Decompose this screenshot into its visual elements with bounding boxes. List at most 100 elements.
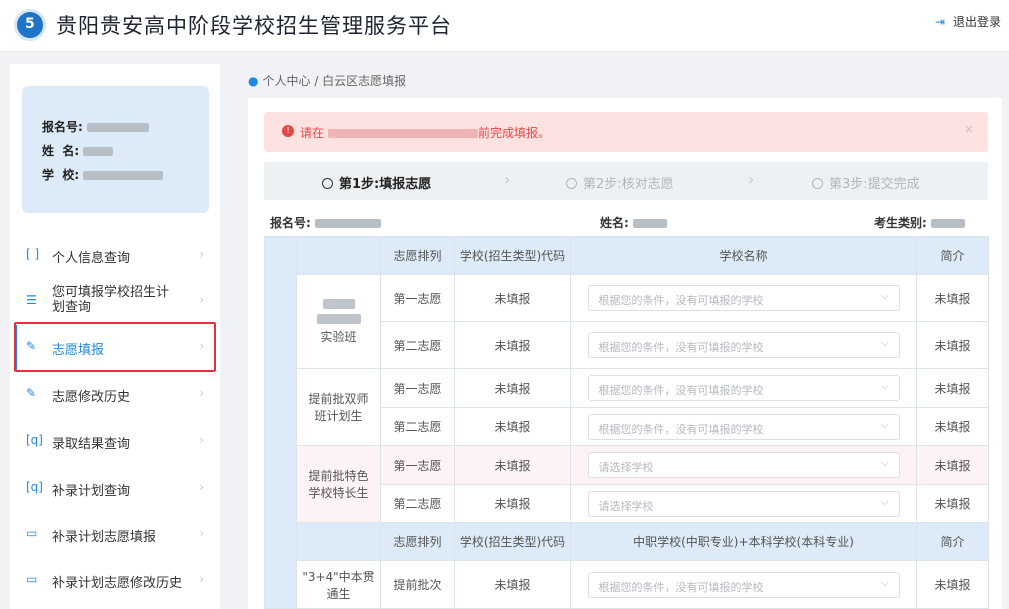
group-name: 实验班 — [320, 330, 357, 344]
edit-pen-icon: ✎ — [26, 386, 37, 400]
alert-suffix: 前完成填报。 — [478, 126, 551, 140]
table-side-band — [264, 236, 297, 609]
school-select-cell: 根据您的条件，没有可填报的学校 ⌵ — [570, 368, 917, 408]
school-select-cell: 请选择学校 ⌵ — [570, 445, 917, 485]
table-row: "3+4"中本贯通生 提前批次 未填报 根据您的条件，没有可填报的学校 ⌵ 未填报 — [265, 560, 989, 609]
school-select-cell: 根据您的条件，没有可填报的学校 ⌵ — [570, 274, 917, 322]
group-name-cell: 实验班 — [296, 274, 381, 369]
select-placeholder: 请选择学校 — [598, 499, 654, 513]
code-cell: 未填报 — [454, 560, 571, 609]
chevron-right-icon: › — [504, 170, 511, 189]
redacted-value — [83, 147, 114, 156]
redacted-value — [322, 299, 355, 309]
chevron-down-icon: ⌵ — [880, 419, 889, 431]
chevron-right-icon: › — [748, 170, 755, 189]
code-cell: 未填报 — [454, 407, 571, 446]
table-header-blank — [296, 522, 381, 561]
platform-logo: 5 — [14, 9, 46, 41]
user-school-label: 学 校: — [42, 168, 80, 182]
table-header-row-2: 志愿排列 学校(招生类型)代码 中职学校(中职专业)+本科学校(本科专业) 简介 — [265, 522, 989, 561]
user-reg-label: 报名号: — [42, 120, 83, 134]
group-name-cell: 提前批双师班计划生 — [296, 368, 381, 446]
breadcrumb-home[interactable]: 个人中心 — [262, 74, 310, 88]
chevron-right-icon: › — [199, 247, 204, 261]
top-header: 5 贵阳贵安高中阶段学校招生管理服务平台 ⇥ 退出登录 — [0, 0, 1009, 52]
sidebar-item-label: 补录计划志愿修改历史 — [52, 576, 183, 591]
table-row: 提前批双师班计划生 第一志愿 未填报 根据您的条件，没有可填报的学校 ⌵ 未填报 — [265, 368, 989, 446]
alert-text: 请在 前完成填报。 — [300, 124, 550, 141]
select-placeholder: 根据您的条件，没有可填报的学校 — [598, 580, 764, 594]
col-header-code: 学校(招生类型)代码 — [454, 236, 571, 275]
info-cat-label: 考生类别: — [874, 216, 927, 230]
user-name-label: 姓 名: — [42, 144, 80, 158]
person-icon: ● — [248, 74, 259, 88]
school-select[interactable]: 根据您的条件，没有可填报的学校 ⌵ — [587, 332, 900, 358]
redacted-value — [83, 171, 164, 180]
school-select-cell: 根据您的条件，没有可填报的学校 ⌵ — [570, 407, 917, 446]
breadcrumb-current: 白云区志愿填报 — [322, 74, 407, 88]
school-select[interactable]: 根据您的条件，没有可填报的学校 ⌵ — [587, 375, 900, 401]
logout-button[interactable]: ⇥ 退出登录 — [935, 13, 1001, 30]
chevron-right-icon: › — [199, 526, 204, 540]
rank-cell: 第二志愿 — [380, 484, 455, 523]
sidebar-item-supplement-history[interactable]: ▭ 补录计划志愿修改历史 › — [14, 558, 216, 604]
redacted-value — [328, 129, 479, 138]
school-select[interactable]: 请选择学校 ⌵ — [587, 490, 900, 517]
group-name-cell: "3+4"中本贯通生 — [296, 560, 381, 609]
school-select-cell: 根据您的条件，没有可填报的学校 ⌵ — [570, 560, 917, 609]
sidebar-item-edit-history[interactable]: ✎ 志愿修改历史 › — [14, 372, 216, 418]
chevron-down-icon: ⌵ — [880, 381, 889, 392]
redacted-value — [632, 219, 667, 228]
step-circle-icon — [322, 178, 333, 189]
step-3: 第3步:提交完成 — [812, 173, 920, 192]
rank-cell: 第一志愿 — [380, 445, 455, 485]
redacted-value — [314, 219, 381, 228]
intro-cell: 未填报 — [916, 484, 989, 523]
sidebar-item-admission-result[interactable]: [q] 录取结果查询 › — [14, 419, 216, 465]
col-header-school: 学校名称 — [570, 236, 917, 275]
logout-icon: ⇥ — [934, 15, 945, 29]
sidebar-item-plan-query[interactable]: ☰ 您可填报学校招生计划查询 › — [14, 279, 216, 325]
scan-search-icon: [q] — [26, 480, 43, 494]
chevron-right-icon: › — [199, 386, 204, 400]
school-select[interactable]: 根据您的条件，没有可填报的学校 ⌵ — [587, 285, 900, 311]
step-label: 第3步:提交完成 — [829, 177, 920, 192]
select-placeholder: 根据您的条件，没有可填报的学校 — [598, 341, 764, 354]
intro-cell: 未填报 — [916, 321, 989, 369]
table-header-row: 志愿排列 学校(招生类型)代码 学校名称 简介 — [264, 236, 989, 609]
school-select[interactable]: 根据您的条件，没有可填报的学校 ⌵ — [587, 413, 900, 440]
info-name-label: 姓名: — [600, 216, 629, 230]
intro-cell: 未填报 — [916, 407, 989, 446]
table-row: 提前批特色学校特长生 第一志愿 未填报 请选择学校 ⌵ 未填报 — [264, 445, 989, 523]
site-title: 贵阳贵安高中阶段学校招生管理服务平台 — [56, 14, 452, 38]
redacted-value — [86, 123, 149, 132]
school-select[interactable]: 根据您的条件，没有可填报的学校 ⌵ — [587, 571, 900, 598]
step-label: 第1步:填报志愿 — [339, 177, 432, 192]
rank-cell: 第一志愿 — [380, 368, 455, 408]
school-select-cell: 请选择学校 ⌵ — [570, 484, 917, 523]
highlight-box — [14, 322, 216, 372]
chevron-down-icon: ⌵ — [880, 458, 889, 469]
name-info: 姓名: — [600, 214, 667, 231]
school-select[interactable]: 请选择学校 ⌵ — [587, 452, 900, 478]
redacted-value — [316, 314, 361, 324]
rank-cell: 第一志愿 — [380, 274, 455, 322]
rank-cell: 第二志愿 — [380, 407, 455, 446]
scan-search-icon: [q] — [26, 433, 43, 447]
user-card: 报名号: 姓 名: 学 校: — [22, 86, 209, 213]
sidebar-item-supplement-query[interactable]: [q] 补录计划查询 › — [14, 466, 216, 512]
sidebar-item-personal-info[interactable]: [ ] 个人信息查询 › — [14, 233, 216, 279]
main-content: ! 请在 前完成填报。 × 第1步:填报志愿 › 第2步:核对志愿 › 第3步:提… — [248, 98, 1002, 609]
sidebar-item-supplement-fill[interactable]: ▭ 补录计划志愿填报 › — [14, 512, 216, 558]
logout-label: 退出登录 — [952, 15, 1001, 29]
chevron-down-icon: ⌵ — [880, 291, 889, 302]
code-cell: 未填报 — [454, 321, 571, 369]
sidebar-item-label: 补录计划查询 — [52, 484, 131, 499]
code-cell: 未填报 — [454, 368, 571, 408]
close-icon[interactable]: × — [964, 122, 974, 136]
intro-cell: 未填报 — [916, 368, 989, 408]
sidebar-item-label: 补录计划志愿填报 — [52, 530, 157, 545]
volunteer-table: 志愿排列 学校(招生类型)代码 学校名称 简介 实验班 第一志愿 未填报 根据您… — [264, 236, 989, 609]
step-2: 第2步:核对志愿 — [566, 173, 674, 192]
select-placeholder: 请选择学校 — [598, 461, 654, 474]
